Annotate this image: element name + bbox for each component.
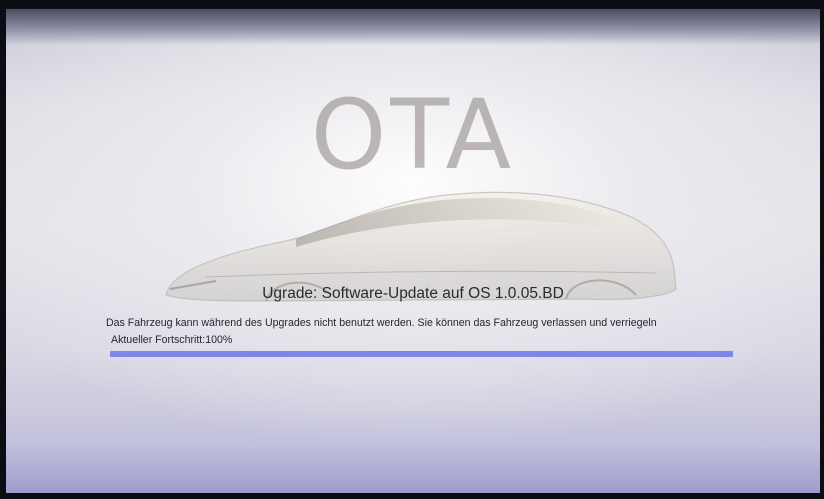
progress-bar-fill xyxy=(110,351,733,357)
ota-update-screen: OTA Ugrade: Software-Update auf OS 1.0.0… xyxy=(6,9,820,493)
bottom-glow xyxy=(6,413,820,493)
progress-bar xyxy=(110,351,733,357)
ota-logo: OTA xyxy=(310,79,516,191)
update-title: Ugrade: Software-Update auf OS 1.0.05.BD xyxy=(262,285,564,302)
progress-label: Aktueller Fortschritt:100% xyxy=(111,334,233,346)
top-shadow xyxy=(6,9,820,45)
update-description: Das Fahrzeug kann während des Upgrades n… xyxy=(106,317,657,329)
